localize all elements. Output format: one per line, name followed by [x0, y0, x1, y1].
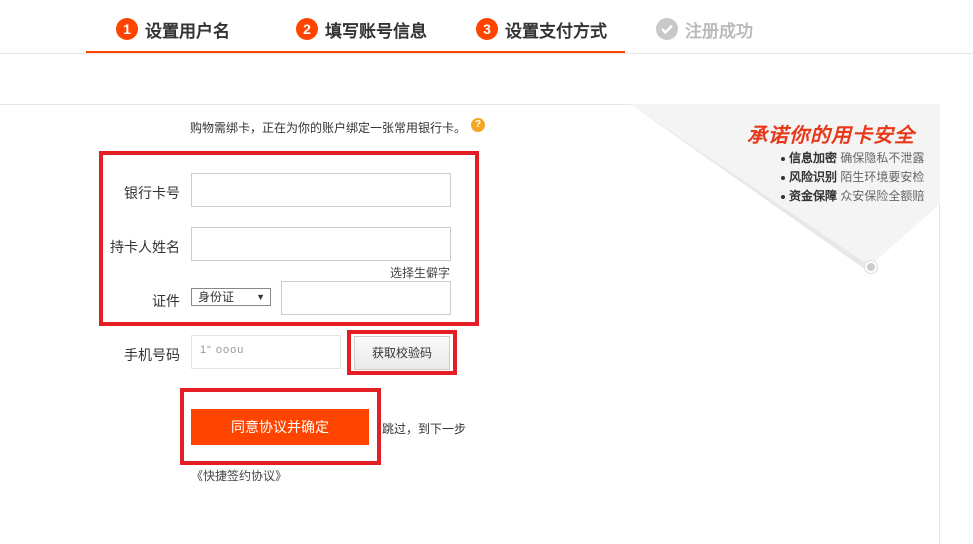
protocol-link[interactable]: 《快捷签约协议》	[191, 467, 287, 484]
help-icon[interactable]: ?	[471, 118, 485, 132]
promise-item: 信息加密 确保隐私不泄露	[781, 149, 924, 166]
step-number: 3	[476, 18, 498, 40]
step-number: 1	[116, 18, 138, 40]
step-1: 1 设置用户名	[116, 17, 230, 41]
step-3: 3 设置支付方式	[476, 17, 607, 41]
id-label: 证件	[152, 293, 180, 309]
step-4: 注册成功	[656, 17, 753, 41]
step-label: 填写账号信息	[325, 21, 427, 41]
get-code-button[interactable]: 获取校验码	[354, 336, 450, 370]
agree-confirm-button[interactable]: 同意协议并确定	[191, 409, 369, 445]
skip-link[interactable]: 跳过，到下一步	[382, 420, 466, 437]
id-type-value: 身份证	[198, 290, 235, 304]
holder-name-label: 持卡人姓名	[110, 239, 180, 255]
step-progress-bar	[86, 51, 625, 53]
step-label: 设置用户名	[145, 21, 230, 41]
card-number-input[interactable]	[191, 173, 451, 207]
phone-value: 1“ ooou	[200, 344, 245, 356]
dropdown-arrow-icon: ▼	[256, 292, 265, 302]
id-number-input[interactable]	[281, 281, 451, 315]
rare-character-link[interactable]: 选择生僻字	[390, 264, 450, 281]
promise-item: 风险识别 陌生环境要安检	[781, 168, 924, 185]
step-2: 2 填写账号信息	[296, 17, 427, 41]
card-number-label: 银行卡号	[124, 185, 180, 201]
holder-name-input[interactable]	[191, 227, 451, 261]
promise-title: 承诺你的用卡安全	[747, 123, 915, 147]
bind-card-note: 购物需绑卡，正在为你的账户绑定一张常用银行卡。	[190, 121, 467, 135]
pin-icon	[865, 261, 877, 273]
id-type-select[interactable]: 身份证 ▼	[191, 288, 271, 306]
step-number: 2	[296, 18, 318, 40]
phone-label: 手机号码	[124, 347, 180, 363]
promise-item: 资金保障 众安保险全额赔	[781, 187, 924, 204]
registration-steps: 1 设置用户名 2 填写账号信息 3 设置支付方式 注册成功	[0, 0, 973, 54]
checkmark-icon	[656, 18, 678, 40]
step-label: 注册成功	[685, 21, 753, 41]
step-label: 设置支付方式	[505, 21, 607, 41]
